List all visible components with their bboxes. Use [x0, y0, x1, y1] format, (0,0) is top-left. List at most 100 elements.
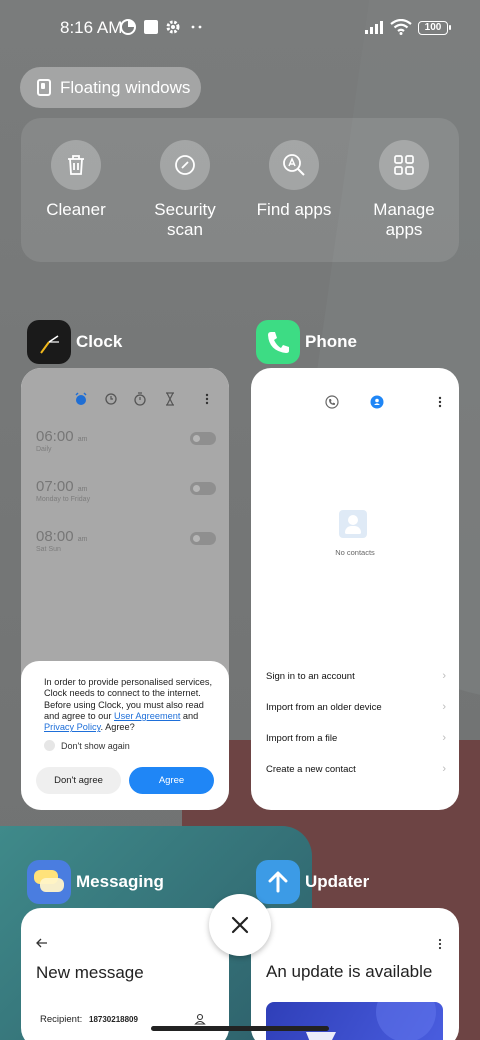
alarm-toggle[interactable] — [190, 532, 216, 545]
phone-menu-item[interactable]: Sign in to an account › — [266, 670, 446, 682]
messaging-app-name: Messaging — [76, 872, 164, 891]
manage-apps-label: Manage apps — [373, 200, 435, 239]
consent-text-part: . Agree? — [100, 722, 135, 733]
alarm-ampm: am — [77, 436, 88, 443]
phone-app-icon — [256, 320, 300, 364]
world-clock-tab-icon[interactable] — [104, 392, 118, 406]
consent-dialog: In order to provide personalised service… — [21, 661, 229, 810]
alarm-row: 07:00 am Monday to Friday — [36, 478, 216, 503]
status-time: 8:16 AM — [60, 18, 123, 37]
status-bar: 8:16 AM 100 — [0, 0, 480, 56]
security-scan-button[interactable]: Security scan — [130, 140, 240, 240]
checkbox-icon — [44, 740, 55, 751]
updater-app-icon — [256, 860, 300, 904]
stopwatch-tab-icon[interactable] — [133, 392, 147, 406]
signal-icon — [365, 21, 383, 34]
menu-item-label: Import from an older device — [266, 702, 382, 713]
back-arrow-icon[interactable] — [36, 938, 48, 948]
call-log-tab-icon[interactable] — [325, 395, 339, 409]
update-banner — [266, 982, 443, 1040]
close-icon — [231, 916, 249, 934]
clock-app-preview[interactable]: 06:00 am Daily 07:00 am Monday to Friday… — [21, 368, 229, 810]
more-options-icon[interactable] — [438, 938, 442, 950]
more-options-icon[interactable] — [438, 395, 442, 409]
dont-agree-button[interactable]: Don't agree — [36, 767, 121, 794]
alarm-ampm: am — [77, 486, 88, 493]
phone-app-preview[interactable]: No contacts Sign in to an account › Impor… — [251, 368, 459, 810]
more-options-icon[interactable] — [205, 392, 209, 406]
phone-app-name: Phone — [305, 332, 357, 351]
messaging-app-icon — [27, 860, 71, 904]
home-gesture-bar[interactable] — [151, 1026, 329, 1031]
menu-item-label: Create a new contact — [266, 764, 356, 775]
alarm-tab-icon[interactable] — [74, 392, 88, 406]
wifi-icon — [390, 19, 412, 35]
find-apps-button[interactable]: Find apps — [239, 140, 349, 220]
battery-icon: 100 — [418, 21, 451, 35]
security-scan-label: Security scan — [154, 200, 216, 239]
alarm-toggle[interactable] — [190, 482, 216, 495]
phone-menu-item[interactable]: Import from a file › — [266, 732, 446, 744]
clock-app-header[interactable]: Clock — [27, 320, 122, 364]
quick-actions-panel: Cleaner Security scan Find apps Manage a… — [21, 118, 459, 262]
chevron-right-icon: › — [442, 701, 446, 713]
floating-windows-label: Floating windows — [60, 77, 191, 97]
settings-gear-icon — [166, 20, 180, 34]
chevron-right-icon: › — [442, 763, 446, 775]
no-contacts-text: No contacts — [335, 548, 375, 557]
miui-logo-graphic — [306, 982, 436, 1040]
alarm-row: 08:00 am Sat Sun — [36, 528, 216, 553]
grid-icon — [379, 140, 429, 190]
chevron-right-icon: › — [442, 670, 446, 682]
messaging-app-preview[interactable]: New message Recipient: 18730218809 — [21, 908, 229, 1040]
clock-app-icon — [27, 320, 71, 364]
find-apps-icon — [269, 140, 319, 190]
add-contact-icon[interactable] — [194, 1013, 206, 1025]
manage-apps-button[interactable]: Manage apps — [349, 140, 459, 240]
alarm-repeat: Daily — [36, 446, 52, 453]
timer-tab-icon[interactable] — [163, 392, 177, 406]
alarm-row: 06:00 am Daily — [36, 428, 216, 453]
floating-windows-button[interactable]: Floating windows — [20, 67, 201, 108]
update-available-title: An update is available — [266, 962, 433, 981]
security-scan-icon — [160, 140, 210, 190]
privacy-policy-link[interactable]: Privacy Policy — [44, 722, 101, 732]
floating-window-icon — [37, 79, 51, 96]
user-agreement-link[interactable]: User Agreement — [114, 711, 180, 721]
recipient-value[interactable]: 18730218809 — [89, 1015, 138, 1024]
phone-app-header[interactable]: Phone — [256, 320, 357, 364]
agree-button[interactable]: Agree — [129, 767, 214, 794]
menu-item-label: Sign in to an account — [266, 671, 355, 682]
notification-square-icon — [144, 20, 158, 34]
messaging-app-header[interactable]: Messaging — [27, 860, 164, 904]
find-apps-label: Find apps — [256, 200, 332, 219]
alarm-ampm: am — [77, 536, 88, 543]
chevron-right-icon: › — [442, 732, 446, 744]
contacts-tab-icon[interactable] — [370, 395, 384, 409]
phone-menu-item[interactable]: Create a new contact › — [266, 763, 446, 775]
alarm-time: 06:00 — [36, 428, 74, 445]
updater-app-name: Updater — [305, 872, 370, 891]
clear-all-button[interactable] — [209, 894, 271, 956]
consent-text-part: and — [180, 710, 199, 721]
dont-show-again-checkbox[interactable]: Don't show again — [44, 740, 130, 751]
cleaner-button[interactable]: Cleaner — [21, 140, 131, 220]
clock-app-name: Clock — [76, 332, 123, 351]
trash-icon — [51, 140, 101, 190]
alarm-repeat: Monday to Friday — [36, 496, 91, 503]
consent-text: In order to provide personalised service… — [44, 677, 214, 733]
phone-menu-item[interactable]: Import from an older device › — [266, 701, 446, 713]
cleaner-label: Cleaner — [46, 200, 106, 219]
dont-show-again-label: Don't show again — [61, 740, 130, 751]
alarm-time: 08:00 — [36, 528, 74, 545]
updater-app-preview[interactable]: An update is available — [251, 908, 459, 1040]
alarm-toggle[interactable] — [190, 432, 216, 445]
updater-app-header[interactable]: Updater — [256, 860, 369, 904]
clock-tabs — [71, 392, 221, 408]
alarm-time: 07:00 — [36, 478, 74, 495]
recipient-label: Recipient: — [40, 1014, 83, 1025]
more-dots-icon — [191, 25, 202, 29]
new-message-title: New message — [36, 963, 144, 982]
data-saver-icon — [120, 19, 136, 35]
alarm-repeat: Sat Sun — [36, 546, 61, 553]
